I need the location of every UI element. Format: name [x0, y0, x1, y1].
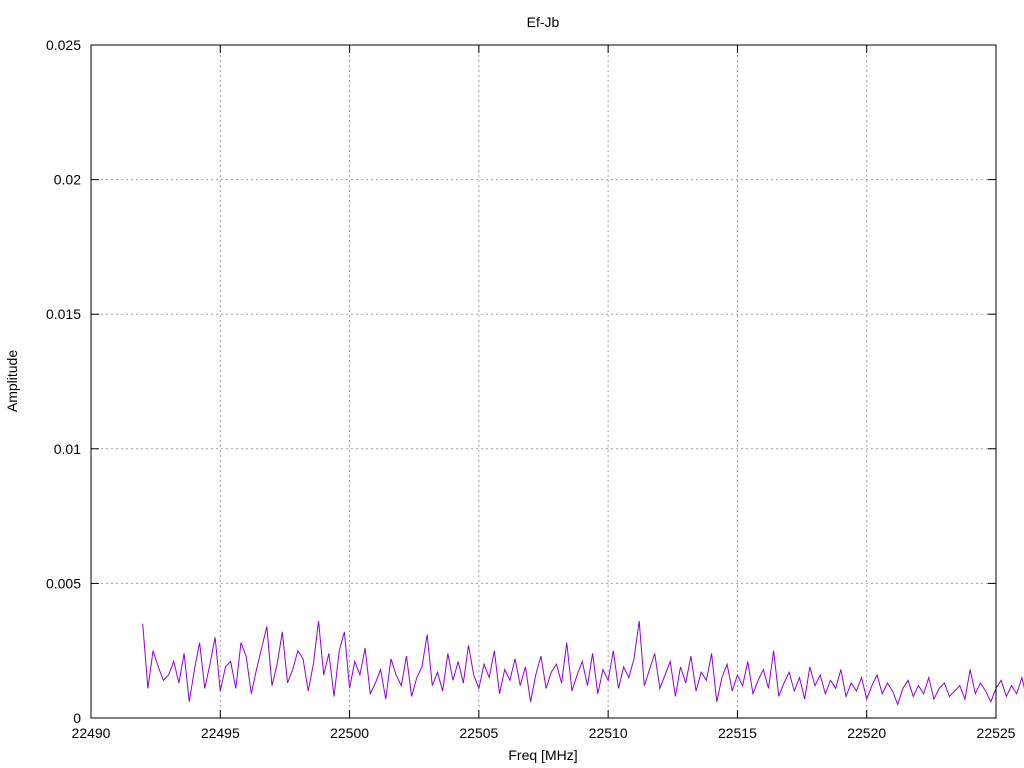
y-tick-label: 0	[73, 710, 81, 726]
y-tick-label: 0.005	[46, 575, 81, 591]
y-tick-label: 0.025	[46, 37, 81, 53]
chart-title: Ef-Jb	[527, 14, 560, 30]
series-line-0	[142, 621, 1024, 707]
tick-marks	[90, 44, 997, 719]
grid-lines	[91, 45, 996, 718]
y-tick-label: 0.01	[54, 441, 81, 457]
x-tick-label: 22510	[589, 725, 628, 741]
y-tick-label: 0.02	[54, 172, 81, 188]
x-tick-label: 22525	[977, 725, 1016, 741]
x-tick-label: 22495	[201, 725, 240, 741]
x-tick-label: 22520	[847, 725, 886, 741]
x-tick-label: 22515	[718, 725, 757, 741]
x-tick-label: 22505	[459, 725, 498, 741]
y-axis-label: Amplitude	[4, 350, 20, 412]
x-tick-labels: 22490 22495 22500 22505 22510 22515 22520 22525	[72, 725, 1016, 741]
y-tick-labels: 0 0.005 0.01 0.015 0.02 0.025	[46, 37, 81, 726]
x-tick-label: 22500	[330, 725, 369, 741]
plot-frame	[90, 44, 997, 719]
x-axis-label: Freq [MHz]	[508, 747, 577, 763]
chart: 22490 22495 22500 22505 22510 22515 22520 22525…	[4, 14, 1024, 763]
series-layer	[142, 621, 1024, 707]
y-tick-label: 0.015	[46, 306, 81, 322]
x-tick-label: 22490	[72, 725, 111, 741]
